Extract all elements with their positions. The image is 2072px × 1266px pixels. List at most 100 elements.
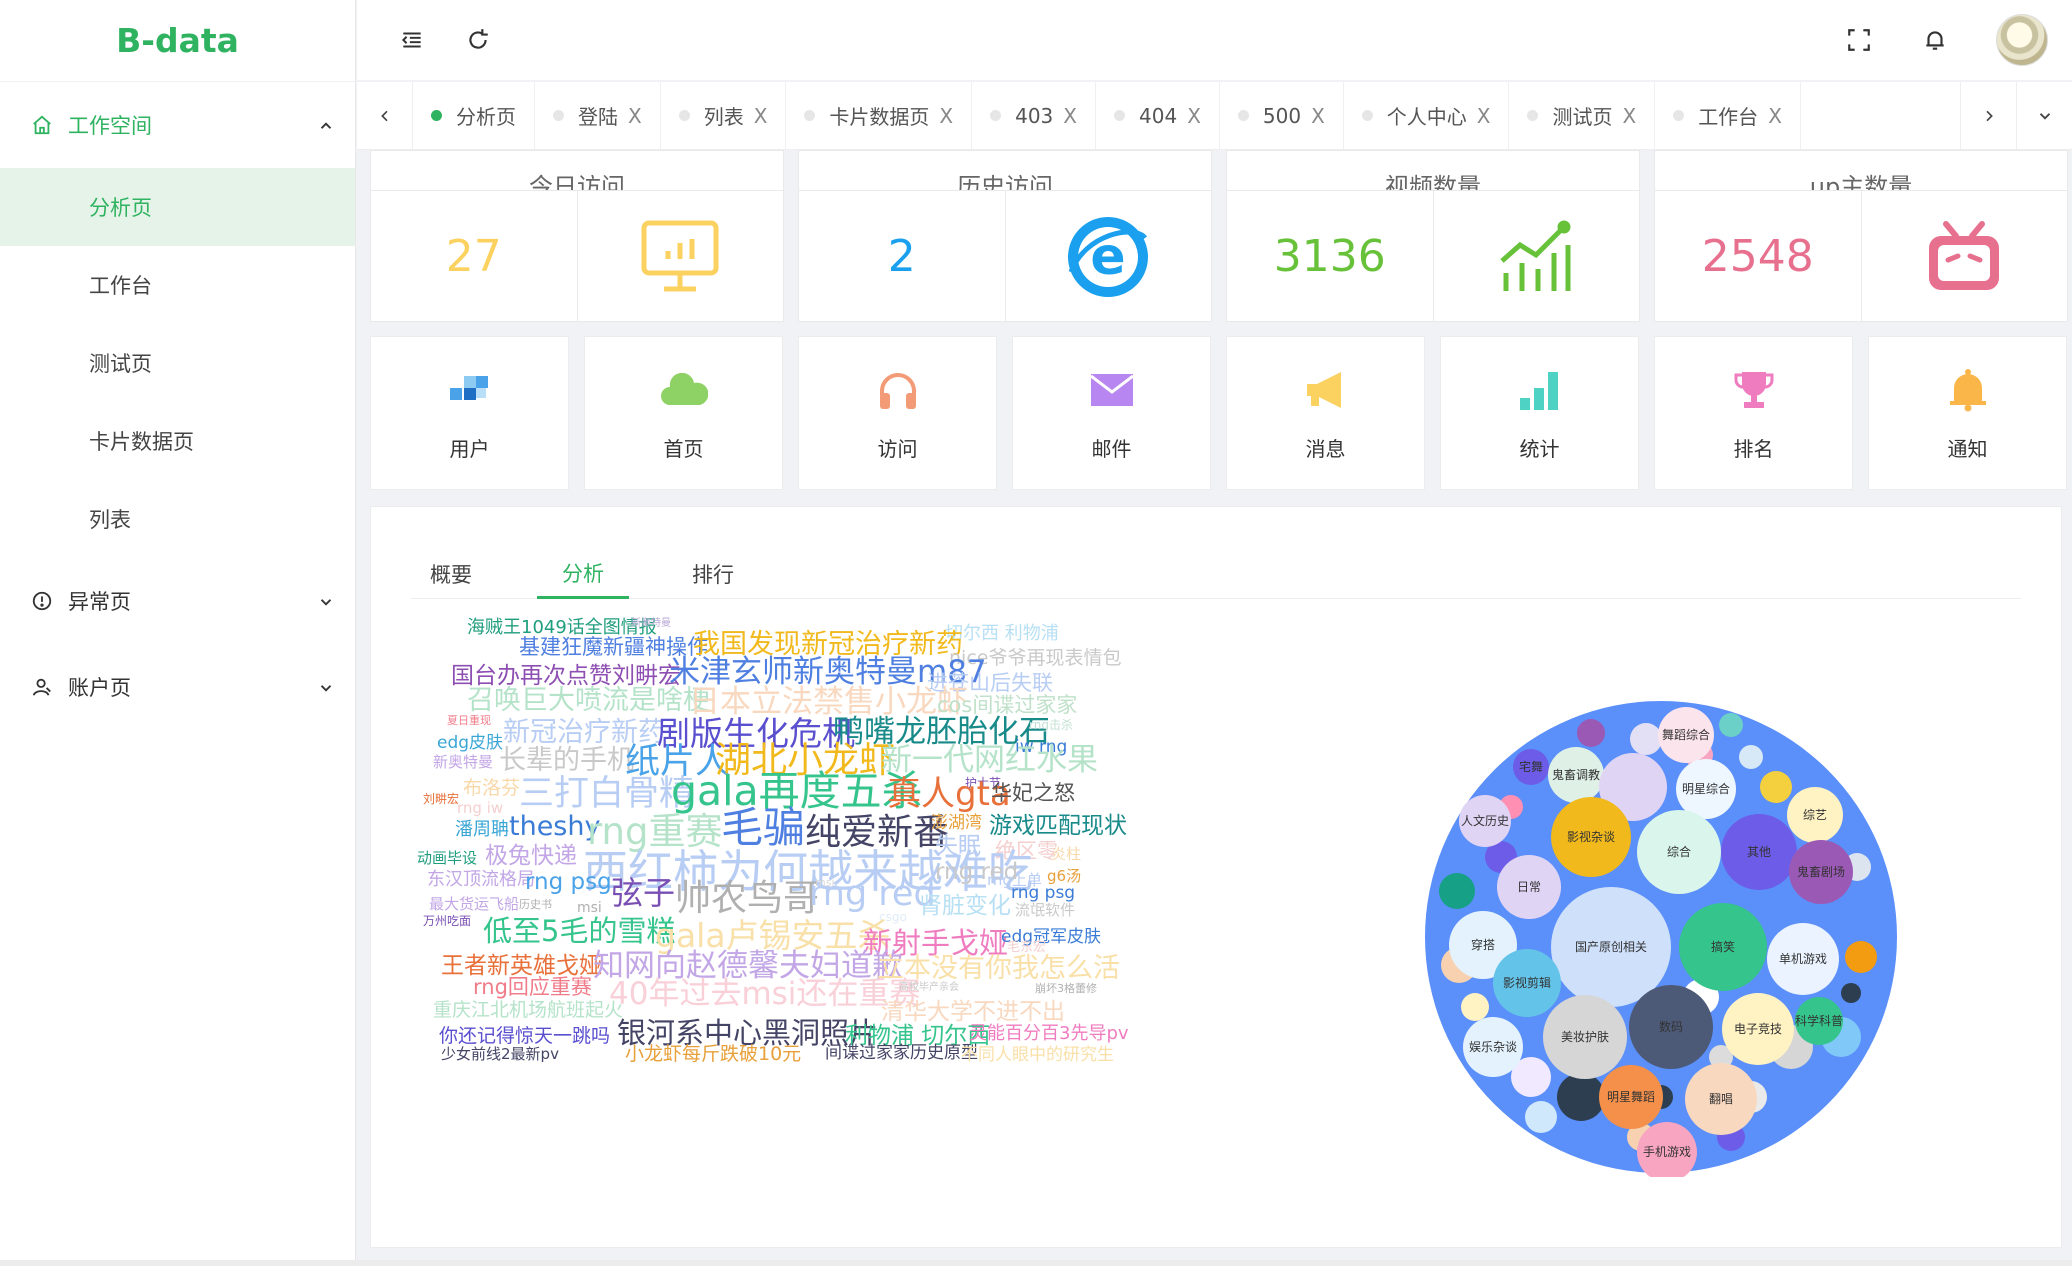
word-cloud-term: 夏日重现 (447, 714, 491, 727)
tab-status-dot (678, 110, 690, 121)
close-icon[interactable]: X (939, 104, 953, 128)
cloud-icon (659, 365, 709, 415)
word-cloud-term: 万州吃面 (423, 914, 472, 928)
word-cloud-term: 新奥特曼 (631, 618, 671, 629)
bubble-label: 鬼畜调教 (1552, 767, 1600, 782)
word-cloud-term: 肾脏变化 (919, 893, 1011, 919)
word-cloud-term: 华妃之怒 (991, 781, 1075, 805)
tab-label: 列表 (703, 105, 744, 129)
quick-link-stats[interactable]: 统计 (1440, 336, 1639, 490)
tab-ranking[interactable]: 排行 (673, 549, 753, 599)
bubble-label: 舞蹈综合 (1662, 727, 1710, 742)
stat-title: 视频数量 (1385, 173, 1481, 191)
menu-group-workspace[interactable]: 工作空间 (0, 82, 355, 168)
tab-5[interactable]: 404 X (1096, 81, 1220, 150)
tab-3[interactable]: 卡片数据页 X (786, 81, 973, 150)
bubble-label: 国产原创相关 (1575, 940, 1647, 954)
close-icon[interactable]: X (1768, 104, 1782, 128)
word-cloud-term: 极兔快递 (485, 843, 577, 869)
bubble (1439, 873, 1475, 909)
word-cloud-term: 东汉顶流格局 (427, 869, 535, 890)
quick-link-mail[interactable]: 邮件 (1012, 336, 1211, 490)
quick-link-label: 消息 (1305, 436, 1346, 461)
stat-value: 2548 (1655, 191, 1862, 322)
quick-link-label: 用户 (449, 436, 490, 461)
refresh-icon[interactable] (463, 25, 493, 55)
stat-title: 今日访问 (529, 173, 625, 191)
bubble-label: 穿搭 (1471, 937, 1495, 952)
avatar[interactable] (1996, 14, 2048, 66)
close-icon[interactable]: X (1622, 104, 1636, 128)
word-cloud-term: 不同人眼中的研究生 (961, 1045, 1114, 1065)
bell-icon[interactable] (1920, 25, 1950, 55)
word-cloud-term: 长辈的手机 (499, 745, 634, 776)
close-icon[interactable]: X (1063, 104, 1077, 128)
close-icon[interactable]: X (628, 104, 642, 128)
bubble-label: 科学科普 (1795, 1013, 1843, 1028)
tab-1[interactable]: 登陆 X (535, 81, 661, 150)
menu-group-account[interactable]: 账户页 (0, 644, 355, 730)
word-cloud-term: rng击杀 (1029, 718, 1073, 732)
bubble-label: 搞笑 (1711, 939, 1735, 954)
quick-link-ranking[interactable]: 排名 (1654, 336, 1853, 490)
tab-analysis[interactable]: 分析 (537, 549, 629, 599)
word-cloud-term: g6汤 (1047, 867, 1082, 885)
tab-label: 工作台 (1698, 105, 1759, 129)
word-cloud-term: 弦子 (611, 874, 676, 912)
sidebar-item-workbench[interactable]: 工作台 (0, 246, 355, 324)
tabs-scroll-right-icon[interactable] (1960, 81, 2016, 150)
quick-link-home[interactable]: 首页 (584, 336, 783, 490)
tab-7[interactable]: 个人中心 X (1344, 81, 1510, 150)
stat-title: 历史访问 (957, 173, 1053, 191)
tab-overview[interactable]: 概要 (411, 549, 491, 599)
sidebar-item-list[interactable]: 列表 (0, 480, 355, 558)
word-cloud-term: cos间谍过家家 (937, 693, 1078, 717)
word-cloud-term: 炎柱 (1051, 845, 1082, 863)
bubble-label: 影视杂谈 (1567, 829, 1615, 844)
word-cloud-term: 灵能百分百3先导pv (969, 1023, 1129, 1044)
ie-browser-icon: e (1006, 191, 1212, 322)
quick-link-message[interactable]: 消息 (1226, 336, 1425, 490)
stat-value: 2 (799, 191, 1006, 322)
app-root: B-data 工作空间 分析页 工作台 测试页 卡片数据页 列表 异常页 账户页… (0, 0, 2072, 1266)
tab-2[interactable]: 列表 X (661, 81, 787, 150)
bilibili-tv-icon (1862, 191, 2068, 322)
close-icon[interactable]: X (1477, 104, 1491, 128)
tabs-menu-dropdown-icon[interactable] (2016, 81, 2072, 150)
tab-status-dot (431, 110, 442, 121)
sidebar: B-data 工作空间 分析页 工作台 测试页 卡片数据页 列表 异常页 账户页 (0, 0, 356, 1266)
close-icon[interactable]: X (1187, 104, 1201, 128)
stat-card-today-visits: 今日访问 27 (370, 150, 784, 322)
sidebar-item-analysis[interactable]: 分析页 (0, 168, 355, 246)
quick-link-visit[interactable]: 访问 (798, 336, 997, 490)
sidebar-item-test[interactable]: 测试页 (0, 324, 355, 402)
quick-link-notify[interactable]: 通知 (1868, 336, 2067, 490)
tab-0[interactable]: 分析页 (413, 81, 535, 150)
user-blocks-icon (445, 365, 495, 415)
tab-4[interactable]: 403 X (972, 81, 1096, 150)
tab-label: 测试页 (1552, 105, 1613, 129)
tab-status-dot (1361, 110, 1373, 121)
close-icon[interactable]: X (754, 104, 768, 128)
quick-link-user[interactable]: 用户 (370, 336, 569, 490)
tab-9[interactable]: 工作台 X (1655, 81, 1801, 150)
tabs-scroll-left-icon[interactable] (357, 81, 413, 150)
word-cloud-term: 小龙虾每斤跌破10元 (625, 1043, 802, 1065)
word-cloud-term: 间谍过家家历史原型 (825, 1043, 978, 1063)
bubble (1630, 723, 1662, 755)
bottom-divider (0, 1260, 2072, 1266)
bubble-label: 手机游戏 (1643, 1145, 1691, 1159)
app-logo[interactable]: B-data (0, 0, 355, 82)
tab-status-dot (1114, 110, 1125, 121)
panel-tabs: 概要 分析 排行 (411, 549, 2021, 599)
tab-6[interactable]: 500 X (1220, 81, 1344, 150)
close-icon[interactable]: X (1311, 104, 1325, 128)
tab-status-dot (1527, 110, 1539, 121)
sidebar-item-card-data[interactable]: 卡片数据页 (0, 402, 355, 480)
word-cloud-term: 毛骗 (721, 803, 806, 852)
menu-fold-icon[interactable] (397, 25, 427, 55)
tab-8[interactable]: 测试页 X (1509, 81, 1656, 150)
menu-group-exception[interactable]: 异常页 (0, 558, 355, 644)
stat-card-video-count: 视频数量 3136 (1226, 150, 1640, 322)
fullscreen-icon[interactable] (1844, 25, 1874, 55)
